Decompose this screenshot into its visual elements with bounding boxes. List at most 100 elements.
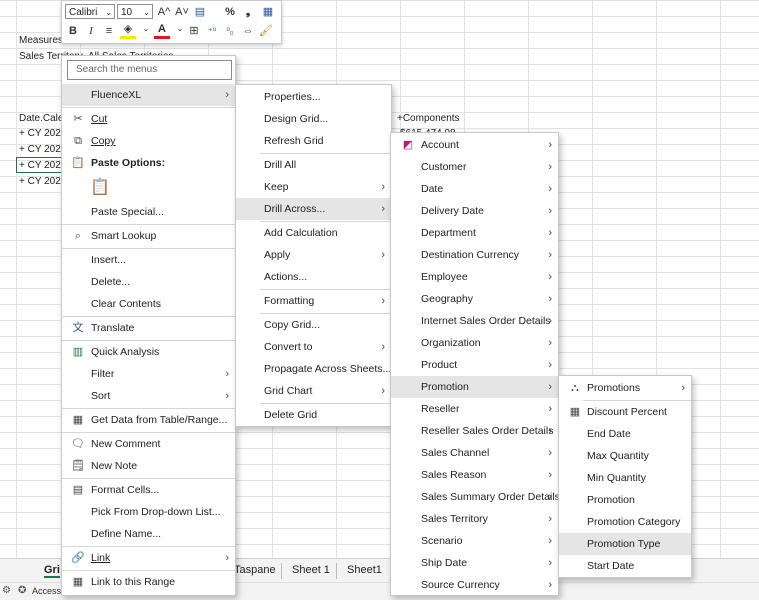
attribute-item[interactable]: Promotion (559, 489, 691, 511)
search-menus-input[interactable]: Search the menus (67, 60, 232, 80)
dimension-item[interactable]: Department › (391, 222, 558, 244)
menu-item-propagate[interactable]: Propagate Across Sheets... (236, 358, 391, 380)
menu-item-paste-special[interactable]: Paste Special... (62, 201, 235, 223)
menu-item-sort[interactable]: Sort › (62, 385, 235, 407)
increase-decimal-icon[interactable]: ⁺⁰ (204, 23, 220, 39)
fill-color-icon[interactable]: ◈ (120, 23, 136, 39)
increase-font-icon[interactable]: A^ (156, 4, 172, 20)
menu-item-actions[interactable]: Actions... (236, 266, 391, 288)
menu-item-get-data[interactable]: ▦ Get Data from Table/Range... (62, 409, 235, 431)
menu-item-clear-contents[interactable]: Clear Contents (62, 293, 235, 315)
menu-item-insert[interactable]: Insert... (62, 249, 235, 271)
decrease-font-icon[interactable]: A˅ (174, 4, 190, 20)
dimension-item[interactable]: Product › (391, 354, 558, 376)
menu-item-cut[interactable]: ✂ Cut (62, 108, 235, 130)
bold-button[interactable]: B (65, 23, 81, 39)
dimension-item-promotion[interactable]: Promotion › (391, 376, 558, 398)
attribute-item[interactable]: ▦ Discount Percent (559, 401, 691, 423)
menu-item-keep[interactable]: Keep › (236, 176, 391, 198)
dimension-item[interactable]: Delivery Date › (391, 200, 558, 222)
dimension-item[interactable]: Destination Currency › (391, 244, 558, 266)
dimension-item[interactable]: Source Currency › (391, 574, 558, 596)
date-header[interactable]: Date.Cale (19, 113, 63, 124)
menu-item-promotions-hierarchy[interactable]: ⛬ Promotions › (559, 377, 691, 399)
menu-item-grid-chart[interactable]: Grid Chart › (236, 380, 391, 402)
dimension-item[interactable]: Employee › (391, 266, 558, 288)
menu-item-delete-grid[interactable]: Delete Grid (236, 404, 391, 426)
decrease-decimal-icon[interactable]: ⁰₀ (222, 23, 238, 39)
dimension-item[interactable]: Reseller › (391, 398, 558, 420)
dimension-item[interactable]: Sales Reason › (391, 464, 558, 486)
attribute-item[interactable]: Max Quantity (559, 445, 691, 467)
components-header[interactable]: +Components (397, 113, 460, 124)
accounting-format-icon[interactable]: ▦ (260, 4, 276, 20)
dimension-item[interactable]: Internet Sales Order Details › (391, 310, 558, 332)
menu-item-filter[interactable]: Filter › (62, 363, 235, 385)
menu-item-smart-lookup[interactable]: ⌕ Smart Lookup (62, 225, 235, 247)
dimension-item[interactable]: ◩ Account › (391, 134, 558, 156)
measures-label[interactable]: Measures (19, 35, 63, 46)
menu-item-define-name[interactable]: Define Name... (62, 523, 235, 545)
menu-item-quick-analysis[interactable]: ▥ Quick Analysis (62, 341, 235, 363)
dimension-item[interactable]: Date › (391, 178, 558, 200)
borders-icon[interactable]: ⊞ (186, 23, 202, 39)
menu-item-properties[interactable]: Properties... (236, 86, 391, 108)
menu-item-pick-dropdown[interactable]: Pick From Drop-down List... (62, 501, 235, 523)
dimension-item[interactable]: Sales Territory › (391, 508, 558, 530)
attribute-item[interactable]: Promotion Category (559, 511, 691, 533)
attribute-item[interactable]: Min Quantity (559, 467, 691, 489)
macro-icon[interactable]: ⚙ (2, 585, 11, 596)
dimension-item[interactable]: Ship Date › (391, 552, 558, 574)
menu-item-drill-all[interactable]: Drill All (236, 154, 391, 176)
menu-item-add-calculation[interactable]: Add Calculation (236, 222, 391, 244)
menu-item-fluencexl[interactable]: FluenceXL › (62, 84, 235, 106)
menu-item-convert-to[interactable]: Convert to › (236, 336, 391, 358)
menu-item-design-grid[interactable]: Design Grid... (236, 108, 391, 130)
row-header[interactable]: + CY 202 (19, 128, 61, 139)
menu-item-link[interactable]: 🔗 Link › (62, 547, 235, 569)
row-header[interactable]: + CY 202 (19, 160, 61, 171)
tab-sheet1[interactable]: Sheet1 (347, 564, 382, 576)
menu-item-translate[interactable]: 文 Translate (62, 317, 235, 339)
menu-item-refresh-grid[interactable]: Refresh Grid (236, 130, 391, 152)
menu-item-copy[interactable]: ⧉ Copy (62, 130, 235, 152)
attribute-item-promotion-type[interactable]: Promotion Type (559, 533, 691, 555)
italic-button[interactable]: I (83, 23, 99, 39)
tab-grid[interactable]: Gri (44, 564, 60, 578)
dimension-item[interactable]: Reseller Sales Order Details › (391, 420, 558, 442)
font-color-icon[interactable]: A (154, 23, 170, 39)
format-painter-icon[interactable]: 🖌 (258, 23, 274, 39)
dimension-item[interactable]: Sales Summary Order Details › (391, 486, 560, 508)
attribute-item[interactable]: Start Date (559, 555, 691, 577)
dimension-item[interactable]: Geography › (391, 288, 558, 310)
attribute-item[interactable]: End Date (559, 423, 691, 445)
tab-taspane[interactable]: Taspane (234, 564, 276, 576)
dimension-item[interactable]: Customer › (391, 156, 558, 178)
dimension-item[interactable]: Sales Channel › (391, 442, 558, 464)
menu-item-drill-across[interactable]: Drill Across... › (236, 198, 391, 220)
dimension-item[interactable]: Scenario › (391, 530, 558, 552)
accessibility-status[interactable]: Accessi (32, 586, 63, 596)
tab-sheet-1[interactable]: Sheet 1 (292, 564, 330, 576)
row-header[interactable]: + CY 202 (19, 144, 61, 155)
row-header[interactable]: + CY 202 (19, 176, 61, 187)
menu-item-delete[interactable]: Delete... (62, 271, 235, 293)
font-size-box[interactable]: 10 ⌄ (117, 4, 153, 19)
menu-item-new-note[interactable]: 🗒 New Note (62, 455, 235, 477)
number-format-icon[interactable]: ▤ (192, 4, 208, 20)
merge-icon[interactable]: ⇔ (240, 23, 256, 39)
chevron-down-icon[interactable]: ⌄ (138, 21, 154, 37)
menu-item-format-cells[interactable]: ▤ Format Cells... (62, 479, 235, 501)
menu-item-new-comment[interactable]: 🗨 New Comment (62, 433, 235, 455)
menu-item-link-to-range[interactable]: ▦ Link to this Range (62, 571, 235, 593)
dimension-item[interactable]: Organization › (391, 332, 558, 354)
menu-item-copy-grid[interactable]: Copy Grid... (236, 314, 391, 336)
comma-style-icon[interactable]: ❟ (240, 4, 256, 20)
menu-item-formatting[interactable]: Formatting › (236, 290, 391, 312)
paste-icon[interactable]: 📋 (90, 176, 110, 200)
menu-item-apply[interactable]: Apply › (236, 244, 391, 266)
percent-style-icon[interactable]: % (222, 4, 238, 20)
accessibility-icon[interactable]: ✪ (18, 585, 26, 596)
align-center-icon[interactable]: ≡ (101, 23, 117, 39)
font-name-box[interactable]: Calibri ⌄ (65, 4, 115, 19)
